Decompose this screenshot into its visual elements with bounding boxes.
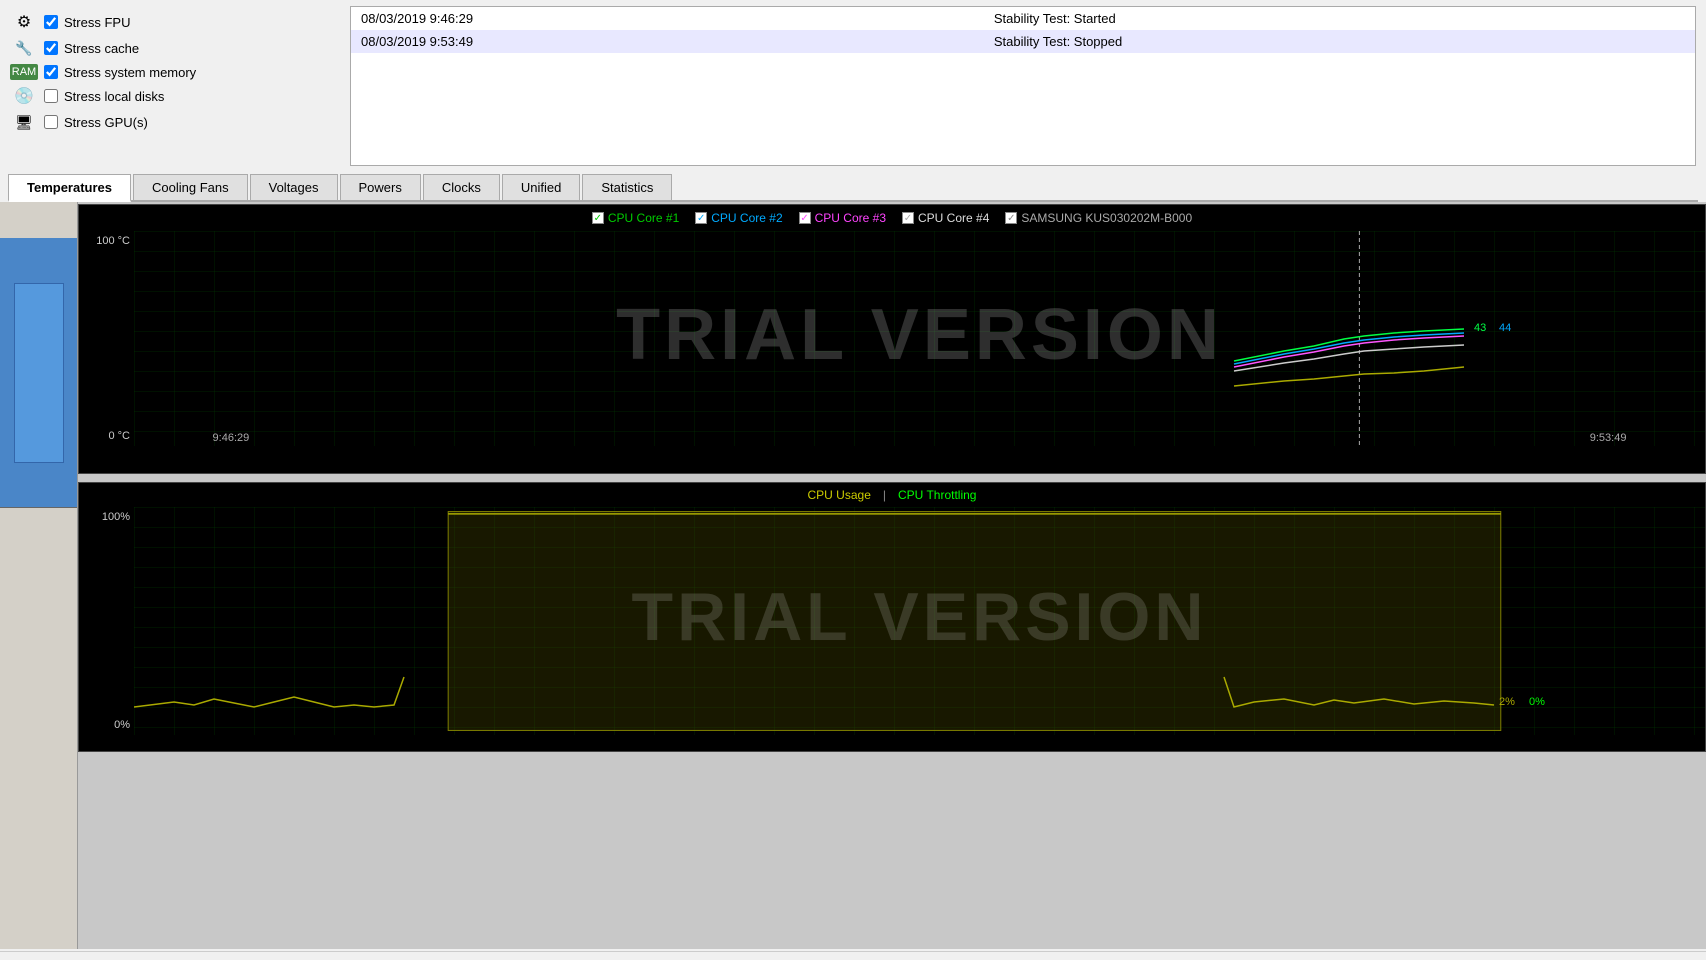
tab-clocks[interactable]: Clocks [423,174,500,200]
log-row: 08/03/2019 9:53:49 Stability Test: Stopp… [351,30,1695,53]
legend-core1[interactable]: ✓ CPU Core #1 [592,211,679,225]
temp-y-max: 100 °C [83,235,130,247]
stress-gpu-checkbox[interactable] [44,115,58,129]
log-event: Stability Test: Stopped [984,30,1695,53]
stress-memory-checkbox[interactable] [44,65,58,79]
disks-icon: 💿 [10,86,38,106]
usage-separator: | [883,488,886,502]
stress-memory-label: Stress system memory [64,65,196,80]
svg-text:0%: 0% [1529,696,1545,708]
log-row: 08/03/2019 9:46:29 Stability Test: Start… [351,7,1695,30]
svg-text:44: 44 [1499,322,1511,334]
throttling-label: CPU Throttling [898,488,976,502]
log-timestamp: 08/03/2019 9:53:49 [351,30,984,53]
event-log: 08/03/2019 9:46:29 Stability Test: Start… [350,6,1696,166]
tab-voltages[interactable]: Voltages [250,174,338,200]
svg-text:2%: 2% [1499,696,1515,708]
usage-y-max: 100% [83,511,130,523]
stress-gpu-label: Stress GPU(s) [64,115,148,130]
usage-label: CPU Usage [808,488,871,502]
legend-samsung[interactable]: ✓ SAMSUNG KUS030202M-B000 [1005,211,1192,225]
cache-icon: 🔧 [10,38,38,58]
stress-gpu-item: 🖥 Stress GPU(s) [10,110,340,134]
tab-powers[interactable]: Powers [340,174,421,200]
usage-legend: CPU Usage | CPU Throttling [79,483,1705,507]
temp-x-start: 9:46:29 [213,432,250,444]
memory-icon: RAM [10,64,38,80]
chart-tabs: Temperatures Cooling Fans Voltages Power… [8,174,1698,202]
tab-cooling-fans[interactable]: Cooling Fans [133,174,248,200]
usage-chart-svg: 2% 0% [134,507,1705,735]
tab-temperatures[interactable]: Temperatures [8,174,131,202]
svg-text:43: 43 [1474,322,1486,334]
stress-cache-checkbox[interactable] [44,41,58,55]
stress-cache-label: Stress cache [64,41,139,56]
stress-memory-item: RAM Stress system memory [10,62,340,82]
bottom-bar [0,951,1706,960]
legend-core3[interactable]: ✓ CPU Core #3 [799,211,886,225]
log-timestamp: 08/03/2019 9:46:29 [351,7,984,30]
temperature-chart: ✓ CPU Core #1 ✓ CPU Core #2 ✓ CPU Core #… [78,204,1706,474]
log-event: Stability Test: Started [984,7,1695,30]
temp-chart-svg: 43 44 [134,231,1705,446]
stress-disks-label: Stress local disks [64,89,164,104]
legend-core2[interactable]: ✓ CPU Core #2 [695,211,782,225]
legend-core4[interactable]: ✓ CPU Core #4 [902,211,989,225]
temp-legend: ✓ CPU Core #1 ✓ CPU Core #2 ✓ CPU Core #… [79,205,1705,231]
stress-disks-checkbox[interactable] [44,89,58,103]
stress-fpu-item: ⚙ Stress FPU [10,10,340,34]
stress-disks-item: 💿 Stress local disks [10,84,340,108]
stress-fpu-checkbox[interactable] [44,15,58,29]
fpu-icon: ⚙ [10,12,38,32]
stress-cache-item: 🔧 Stress cache [10,36,340,60]
temp-y-min: 0 °C [83,430,130,442]
stress-options: ⚙ Stress FPU 🔧 Stress cache RAM Stress s… [10,6,340,166]
usage-y-min: 0% [83,719,130,731]
tab-statistics[interactable]: Statistics [582,174,672,200]
stress-fpu-label: Stress FPU [64,15,130,30]
gpu-icon: 🖥 [10,112,38,132]
tab-unified[interactable]: Unified [502,174,580,200]
temp-x-end: 9:53:49 [1590,432,1627,444]
cpu-usage-chart: CPU Usage | CPU Throttling 100% 0% [78,482,1706,752]
